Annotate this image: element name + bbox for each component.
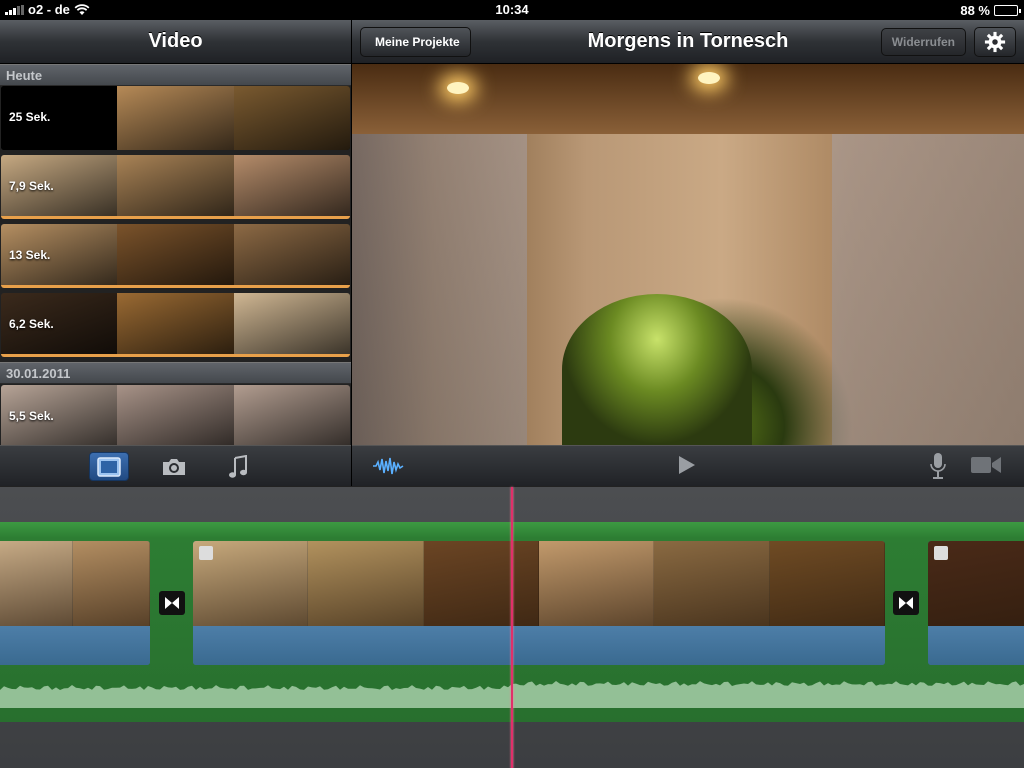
clip-duration: 7,9 Sek. xyxy=(9,179,54,193)
video-tab[interactable] xyxy=(89,452,129,481)
viewer-frame-plant xyxy=(562,294,752,445)
clip-frames xyxy=(0,541,150,626)
media-type-toolbar xyxy=(0,445,351,486)
transition-icon xyxy=(165,597,179,609)
play-icon[interactable] xyxy=(678,455,696,475)
settings-button[interactable] xyxy=(974,27,1016,57)
music-note-icon xyxy=(229,454,247,478)
viewer-frame-lamp xyxy=(698,72,720,84)
transition-button[interactable] xyxy=(159,591,185,615)
muted-audio-icon xyxy=(199,546,213,560)
clip-audio-track xyxy=(193,626,885,665)
gear-icon xyxy=(984,31,1006,53)
clip-duration: 5,5 Sek. xyxy=(9,409,54,423)
clip-duration: 13 Sek. xyxy=(9,248,51,262)
viewer-frame-lamp xyxy=(447,82,469,94)
clip-thumbnail xyxy=(233,86,350,150)
clip-frame xyxy=(0,541,73,626)
battery-label: 88 % xyxy=(960,3,990,18)
clock: 10:34 xyxy=(495,2,529,17)
clip-thumbnail xyxy=(233,385,350,445)
video-library-icon xyxy=(97,456,121,477)
media-clip[interactable]: 5,5 Sek. xyxy=(1,385,350,445)
photos-tab[interactable] xyxy=(154,452,194,481)
transition-button[interactable] xyxy=(893,591,919,615)
timeline-clip[interactable] xyxy=(193,541,885,665)
clip-thumbnail xyxy=(233,224,350,285)
clip-frames xyxy=(193,541,885,626)
clip-thumbnail xyxy=(233,155,350,216)
section-header: Heute xyxy=(0,64,351,86)
clip-frame xyxy=(654,541,770,626)
media-clip[interactable]: 13 Sek. xyxy=(1,224,350,288)
media-browser[interactable]: Heute 25 Sek. 7,9 Sek. 13 Sek. 6,2 Sek. 30.01… xyxy=(0,64,351,445)
project-timeline[interactable] xyxy=(0,486,1024,768)
clip-thumbnail xyxy=(117,385,234,445)
transition-icon xyxy=(899,597,913,609)
viewer-frame-ceiling xyxy=(352,64,1024,134)
media-clip[interactable]: 7,9 Sek. xyxy=(1,155,350,219)
clip-frame xyxy=(769,541,885,626)
camera-icon xyxy=(163,458,185,475)
media-browser-title: Video xyxy=(148,30,203,52)
clip-frame xyxy=(73,541,150,626)
microphone-icon[interactable] xyxy=(930,452,946,480)
muted-audio-icon xyxy=(934,546,948,560)
battery-icon xyxy=(994,5,1021,16)
viewer-frame-window xyxy=(832,134,1024,445)
playhead[interactable] xyxy=(511,487,513,768)
clip-thumbnail xyxy=(233,293,350,354)
section-header: 30.01.2011 xyxy=(0,362,351,384)
viewer-toolbar xyxy=(352,445,1024,486)
timeline-clip[interactable] xyxy=(0,541,150,665)
status-bar: o2 - de 10:34 88 % xyxy=(0,0,1024,20)
pane-divider xyxy=(351,20,352,486)
video-camera-icon[interactable] xyxy=(970,455,1002,475)
undo-button[interactable]: Widerrufen xyxy=(880,28,966,56)
video-viewer[interactable] xyxy=(352,64,1024,445)
clip-thumbnail xyxy=(117,155,234,216)
clip-thumbnail xyxy=(117,293,234,354)
media-clip[interactable]: 25 Sek. xyxy=(1,86,350,150)
timeline-clip[interactable] xyxy=(928,541,1024,665)
audio-tab[interactable] xyxy=(218,452,258,481)
clip-thumbnail xyxy=(117,86,234,150)
clip-audio-track xyxy=(0,626,150,665)
clip-frame xyxy=(538,541,655,626)
project-header: Meine Projekte Morgens in Tornesch Wider… xyxy=(352,20,1024,64)
clip-duration: 25 Sek. xyxy=(9,110,51,124)
clip-audio-track xyxy=(928,626,1024,665)
battery-status: 88 % xyxy=(960,3,1021,18)
media-clip[interactable]: 6,2 Sek. xyxy=(1,293,350,357)
audio-waveform-icon[interactable] xyxy=(372,456,404,476)
viewer-frame-window xyxy=(352,134,527,445)
clip-frame xyxy=(423,541,539,626)
clip-thumbnail xyxy=(117,224,234,285)
media-browser-header: Video xyxy=(0,20,351,64)
clip-duration: 6,2 Sek. xyxy=(9,317,54,331)
clip-frame xyxy=(308,541,424,626)
